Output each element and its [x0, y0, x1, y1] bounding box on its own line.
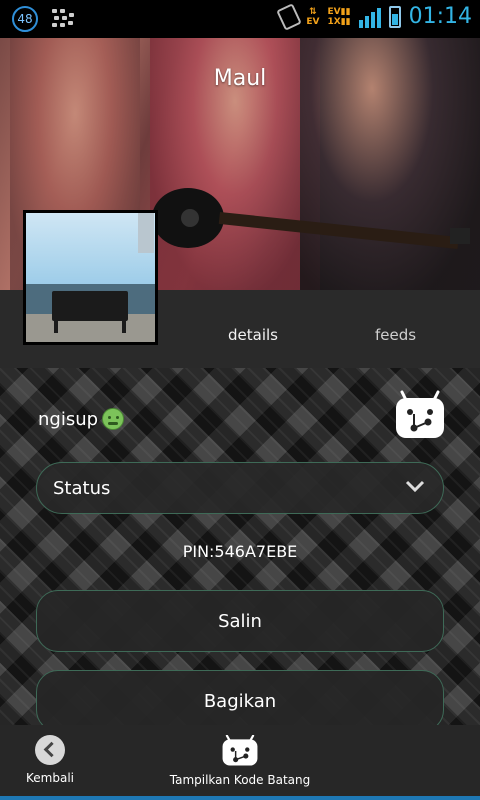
signal-strength-icon	[358, 6, 381, 28]
clock: 01:14	[408, 4, 472, 29]
bbm-logo-icon	[396, 390, 444, 438]
battery-icon	[388, 5, 401, 28]
pin-text: PIN:546A7EBE	[182, 542, 298, 561]
bbm-barcode-icon	[222, 735, 258, 766]
status-dropdown[interactable]: Status	[36, 462, 444, 514]
back-arrow-icon	[35, 735, 65, 765]
status-message: ngisup	[38, 408, 125, 430]
barcode-label: Tampilkan Kode Batang	[169, 773, 311, 787]
back-button[interactable]: Kembali	[20, 735, 80, 785]
sick-emoticon-icon	[102, 408, 125, 430]
bottom-action-bar: Kembali Tampilkan Kode Batang	[0, 725, 480, 800]
show-barcode-button[interactable]: Tampilkan Kode Batang	[165, 735, 315, 787]
tab-details[interactable]: details	[228, 326, 278, 344]
status-dropdown-label: Status	[53, 477, 111, 499]
back-label: Kembali	[26, 771, 74, 785]
notification-count-badge: 48	[12, 6, 38, 32]
chevron-down-icon	[405, 480, 425, 493]
status-bar: 48 ⇅ EV EV▮▮ 1X▮▮ 01:14	[0, 0, 480, 38]
copy-button[interactable]: Salin	[36, 590, 444, 652]
tab-feeds[interactable]: feeds	[375, 326, 416, 344]
network-type-icon: EV▮▮ 1X▮▮	[327, 6, 351, 27]
data-activity-icon: ⇅ EV	[306, 6, 320, 27]
profile-details-panel: ngisup Status PIN:546A7EBE Salin Bagikan	[0, 368, 480, 725]
profile-name: Maul	[213, 66, 267, 91]
share-button[interactable]: Bagikan	[36, 670, 444, 725]
profile-avatar[interactable]	[23, 210, 158, 345]
blackberry-icon	[52, 8, 74, 30]
guitar-graphic	[152, 188, 470, 250]
status-message-text: ngisup	[38, 408, 99, 430]
vibrate-icon	[276, 2, 303, 31]
